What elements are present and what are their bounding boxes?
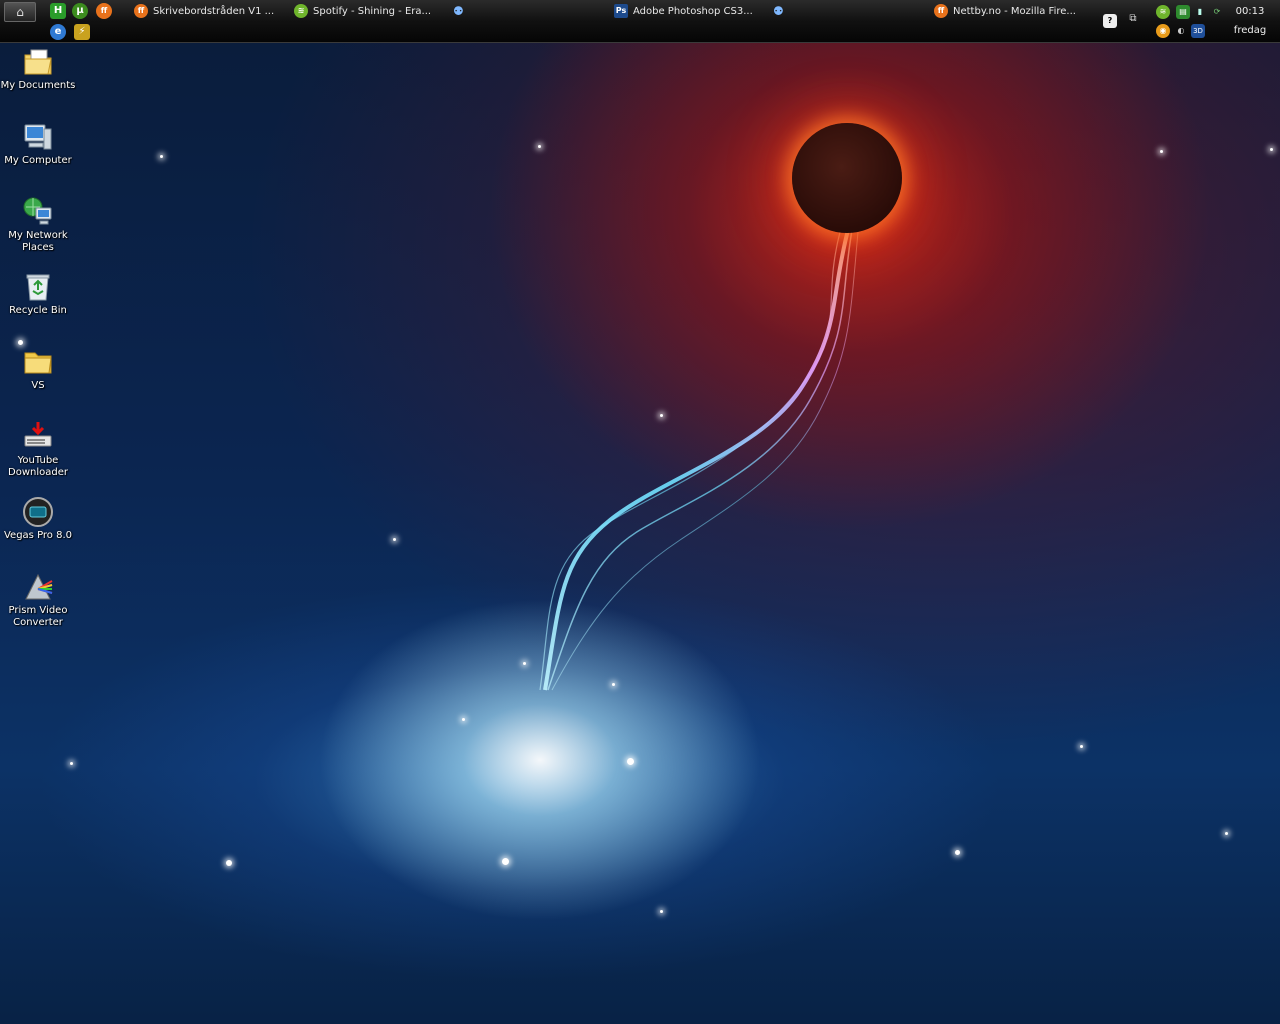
firefox-icon: ff	[934, 4, 948, 18]
star	[70, 762, 73, 765]
star	[1160, 150, 1163, 153]
spotify-icon: ≋	[294, 4, 308, 18]
star	[627, 758, 634, 765]
network-tray-icon[interactable]: ▤	[1176, 5, 1190, 19]
star	[393, 538, 396, 541]
taskbar-people-icon: ⚉	[453, 4, 464, 18]
quicklaunch-firefox[interactable]: ff	[96, 3, 112, 19]
desktop-icon-prism-video-converter[interactable]: Prism Video Converter	[0, 571, 76, 629]
folder-icon	[22, 346, 54, 378]
help-icon[interactable]: ?	[1103, 14, 1117, 28]
volume-tray-icon[interactable]: ◐	[1174, 24, 1188, 38]
sync-tray-icon[interactable]: ⟳	[1210, 5, 1224, 19]
star	[538, 145, 541, 148]
quicklaunch-winamp[interactable]: ⚡	[74, 24, 90, 40]
quicklaunch-ie[interactable]: e	[50, 24, 66, 40]
star	[18, 340, 23, 345]
star	[1225, 832, 1228, 835]
task-button-photoshop[interactable]: Ps Adobe Photoshop CS3...	[614, 2, 764, 20]
desktop-icon-youtube-downloader[interactable]: YouTube Downloader	[0, 421, 76, 479]
star	[160, 155, 163, 158]
restore-windows-icon[interactable]: ⧉	[1126, 12, 1140, 26]
star	[1080, 745, 1083, 748]
recycle-bin-icon	[22, 271, 54, 303]
star	[1270, 148, 1273, 151]
photoshop-icon: Ps	[614, 4, 628, 18]
task-button-firefox-skrivebord[interactable]: ff Skrivebordstråden V1 ...	[134, 2, 284, 20]
desktop-icon-my-network-places[interactable]: My Network Places	[0, 196, 76, 254]
quicklaunch-green-app[interactable]: H	[50, 3, 66, 19]
signal-tray-icon[interactable]: ▮	[1193, 5, 1207, 19]
desktop-wallpaper	[0, 0, 1280, 1024]
taskbar: ⌂ H µ ff e ⚡ ff Skrivebordstråden V1 ...…	[0, 0, 1280, 43]
dark-planet	[792, 123, 902, 233]
task-button-firefox-nettby[interactable]: ff Nettby.no - Mozilla Fire...	[934, 2, 1084, 20]
day-label: fredag	[1233, 25, 1267, 36]
star	[660, 910, 663, 913]
my-computer-icon	[22, 121, 54, 153]
taskbar-people-icon: ⚉	[773, 4, 784, 18]
desktop-icon-vegas-pro[interactable]: Vegas Pro 8.0	[0, 496, 76, 542]
star	[955, 850, 960, 855]
firefox-icon: ff	[134, 4, 148, 18]
task-button-spotify[interactable]: ≋ Spotify - Shining - Era...	[294, 2, 444, 20]
home-icon: ⌂	[16, 5, 24, 19]
star	[462, 718, 465, 721]
my-documents-icon	[22, 46, 54, 78]
star	[502, 858, 509, 865]
clock[interactable]: 00:13	[1230, 6, 1270, 17]
star	[612, 683, 615, 686]
network-places-icon	[22, 196, 54, 228]
audio-tray-icon[interactable]: ◉	[1156, 24, 1170, 38]
desktop-icon-recycle-bin[interactable]: Recycle Bin	[0, 271, 76, 317]
start-button[interactable]: ⌂	[4, 2, 36, 22]
prism-converter-icon	[22, 571, 54, 603]
spotify-tray-icon[interactable]: ≋	[1156, 5, 1170, 19]
star	[226, 860, 232, 866]
quicklaunch-utorrent[interactable]: µ	[72, 3, 88, 19]
desktop-icon-my-documents[interactable]: My Documents	[0, 46, 76, 92]
desktop-icon-vs[interactable]: VS	[0, 346, 76, 392]
star	[523, 662, 526, 665]
star	[660, 414, 663, 417]
youtube-downloader-icon	[22, 421, 54, 453]
desktop-icon-my-computer[interactable]: My Computer	[0, 121, 76, 167]
vegas-pro-icon	[22, 496, 54, 528]
3d-tray-icon[interactable]: 3D	[1191, 24, 1205, 38]
